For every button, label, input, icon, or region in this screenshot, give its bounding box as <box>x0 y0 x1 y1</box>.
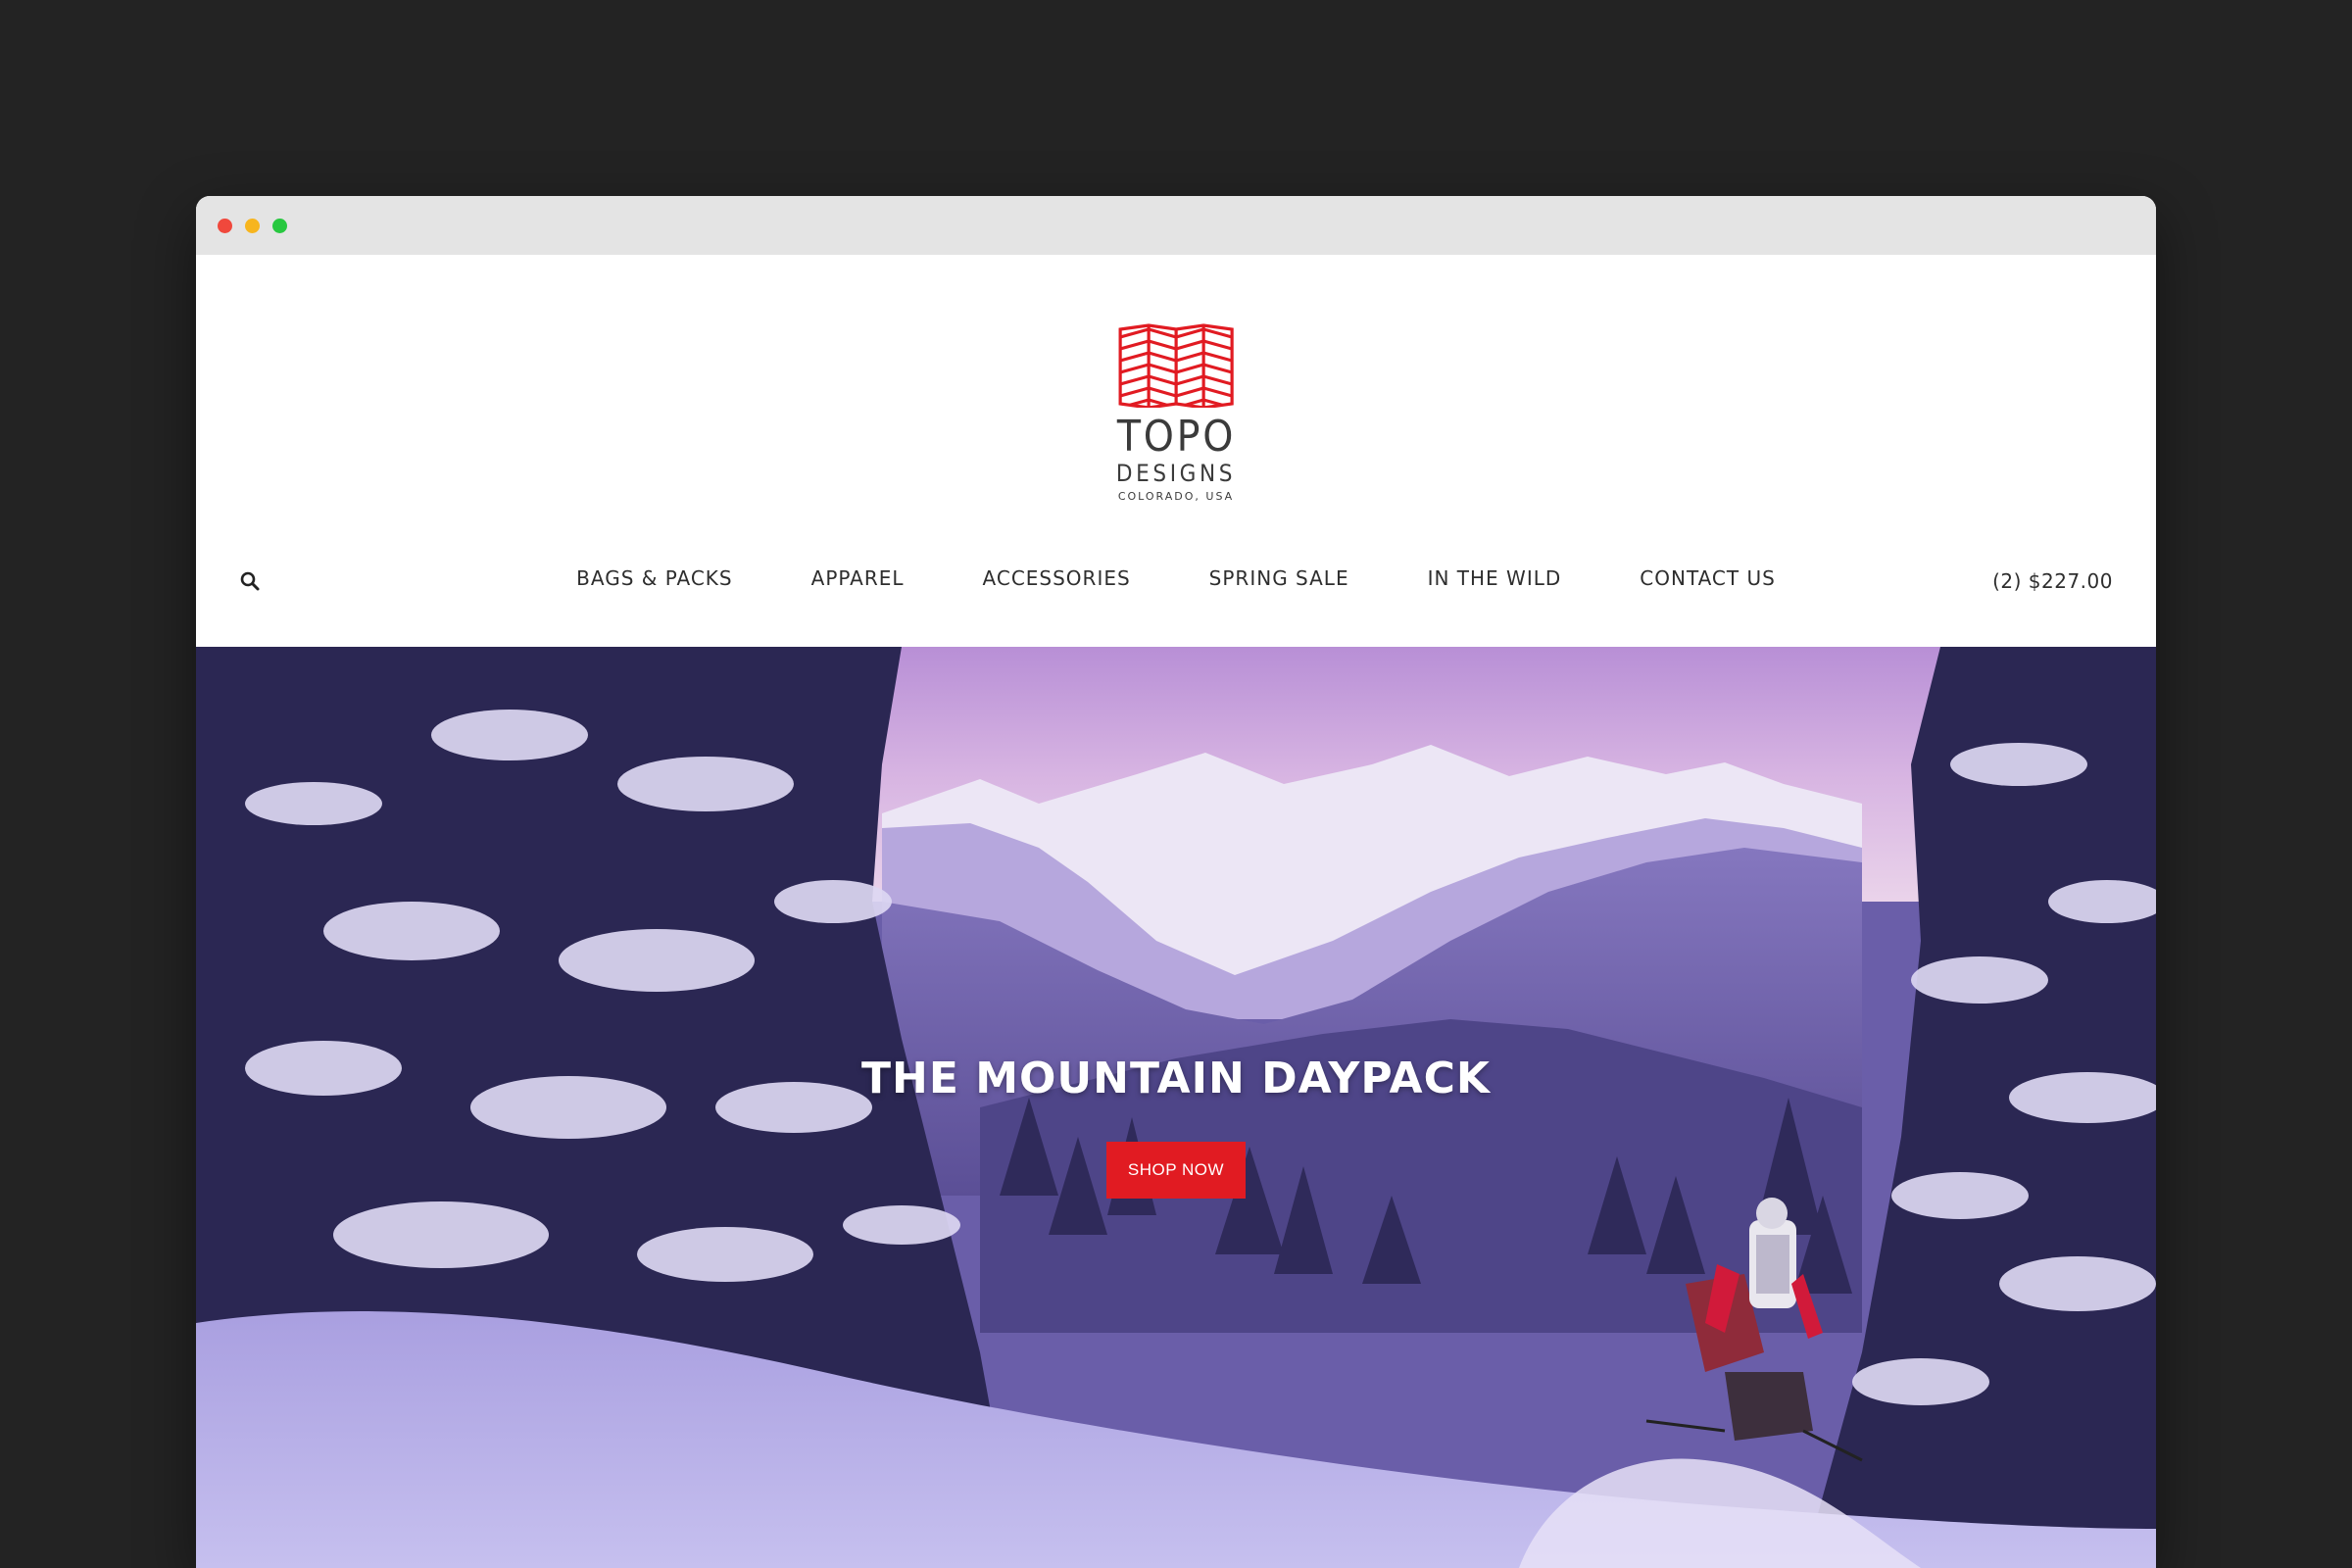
hero-banner: THE MOUNTAIN DAYPACK SHOP NOW <box>196 647 2156 1568</box>
brand-logo[interactable]: TOPO DESIGNS COLORADO, USA <box>1109 323 1243 504</box>
shop-now-button[interactable]: SHOP NOW <box>1106 1142 1246 1199</box>
hero-image <box>196 647 2156 1568</box>
nav-item-bags-packs[interactable]: BAGS & PACKS <box>576 559 732 598</box>
window-close-button[interactable] <box>218 219 232 233</box>
brand-location: COLORADO, USA <box>1117 490 1235 503</box>
window-maximize-button[interactable] <box>272 219 287 233</box>
nav-item-contact-us[interactable]: CONTACT US <box>1640 559 1776 598</box>
nav-item-spring-sale[interactable]: SPRING SALE <box>1209 559 1349 598</box>
window-minimize-button[interactable] <box>245 219 260 233</box>
cart-summary[interactable]: (2) $227.00 <box>1992 559 2113 604</box>
nav-bar: BAGS & PACKS APPAREL ACCESSORIES SPRING … <box>196 559 2156 598</box>
browser-window: TOPO DESIGNS COLORADO, USA BAGS & PACKS … <box>196 196 2156 1568</box>
nav-item-in-the-wild[interactable]: IN THE WILD <box>1428 559 1562 598</box>
nav-item-accessories[interactable]: ACCESSORIES <box>983 559 1131 598</box>
search-icon[interactable] <box>239 570 261 592</box>
hero-headline: THE MOUNTAIN DAYPACK <box>861 1054 1491 1103</box>
brand-subname: DESIGNS <box>1115 460 1237 487</box>
map-logo-icon <box>1118 323 1234 408</box>
main-nav: BAGS & PACKS APPAREL ACCESSORIES SPRING … <box>576 559 1776 598</box>
nav-item-apparel[interactable]: APPAREL <box>811 559 905 598</box>
brand-name: TOPO <box>1116 412 1236 462</box>
browser-titlebar <box>196 196 2156 255</box>
site-header: TOPO DESIGNS COLORADO, USA BAGS & PACKS … <box>196 255 2156 647</box>
